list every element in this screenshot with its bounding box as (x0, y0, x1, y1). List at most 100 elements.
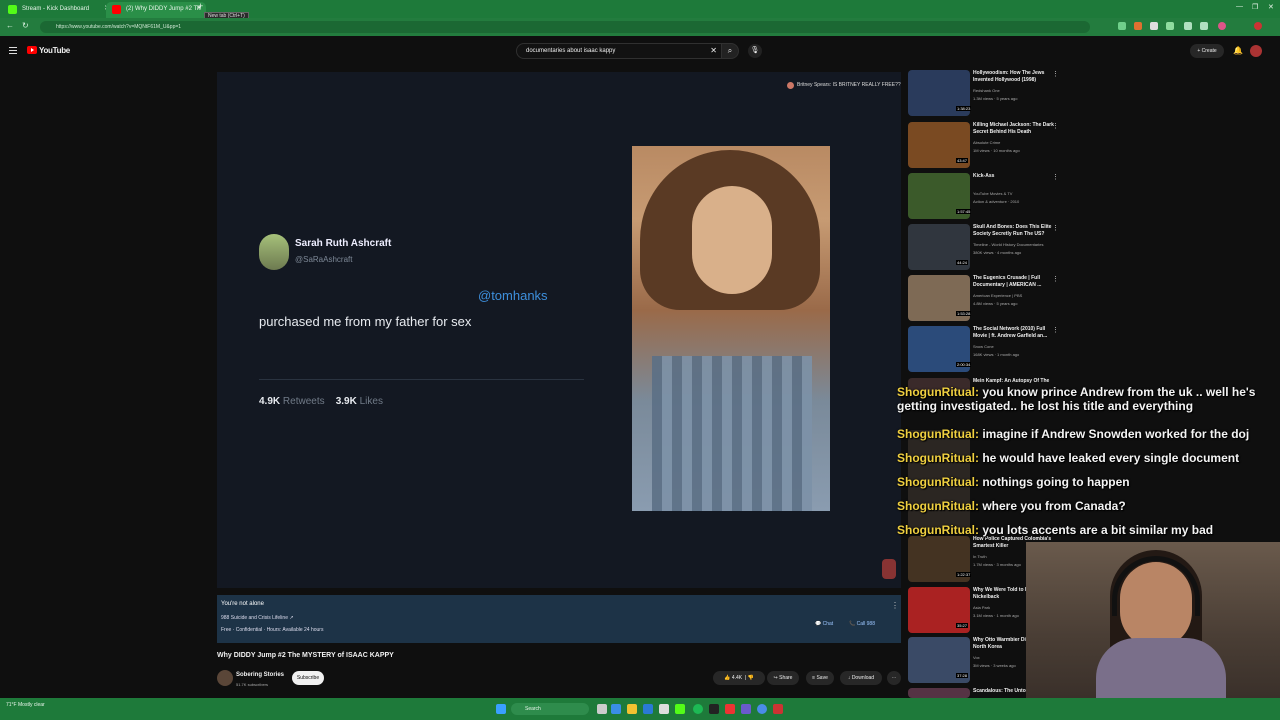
recommended-video[interactable]: 1:57:45 Kick-Ass YouTube Movies & TV Act… (908, 173, 1068, 221)
more-options-icon[interactable]: ⋮ (891, 601, 899, 610)
more-options-icon[interactable]: ⋮ (1052, 122, 1059, 130)
endcard-suggestion[interactable]: Britney Spears: IS BRITNEY REALLY FREE?? (787, 82, 901, 89)
crisis-lifeline-link[interactable]: 988 Suicide and Crisis Lifeline ↗ (221, 615, 294, 621)
channel-avatar[interactable] (217, 670, 233, 686)
chat-text: he would have leaked every single docume… (978, 451, 1240, 465)
video-duration: 1:22:37 (956, 572, 972, 577)
search-placeholder: Search (525, 706, 541, 712)
minimize-icon[interactable]: — (1236, 3, 1243, 10)
video-channel: Snow Cone (973, 344, 994, 349)
recommended-video[interactable]: 43:47 Killing Michael Jackson: The Dark … (908, 122, 1068, 170)
download-icon: ↓ (847, 675, 851, 681)
url-input[interactable]: https://www.youtube.com/watch?v=MQNtF61M… (40, 21, 1090, 33)
more-options-icon[interactable]: ⋮ (1052, 224, 1059, 232)
start-icon[interactable] (496, 704, 506, 714)
video-duration: 1:53:28 (956, 311, 972, 316)
share-icon: ↪ (773, 675, 778, 681)
maximize-icon[interactable]: ❐ (1252, 3, 1258, 11)
recommended-video[interactable]: 44:24 Skull And Bones: Does This Elite S… (908, 224, 1068, 272)
tweet-author-name: Sarah Ruth Ashcraft (295, 238, 392, 249)
taskbar-search-input[interactable]: Search (511, 703, 589, 715)
video-title[interactable]: The Social Network (2010) Full Movie | f… (973, 326, 1057, 340)
video-views: 168K views · 1 month ago (973, 352, 1020, 357)
video-title[interactable]: Killing Michael Jackson: The Dark Secret… (973, 122, 1057, 136)
extension-icon[interactable] (1184, 22, 1192, 30)
tab-kick-dashboard[interactable]: Stream - Kick Dashboard ✕ (2, 2, 114, 18)
video-duration: 35:27 (956, 623, 969, 628)
video-title[interactable]: The Eugenics Crusade | Full Documentary … (973, 275, 1057, 289)
app-icon[interactable] (643, 704, 653, 714)
chat-username: ShogunRitual: (897, 523, 979, 537)
recommended-video[interactable]: 2:00:34 The Social Network (2010) Full M… (908, 326, 1068, 374)
extension-icon[interactable] (1134, 22, 1142, 30)
task-view-icon[interactable] (597, 704, 607, 714)
channel-name[interactable]: Sobering Stories (236, 672, 284, 678)
search-input[interactable]: documentaries about isaac kappy ✕ (516, 43, 722, 59)
video-player[interactable]: Britney Spears: IS BRITNEY REALLY FREE??… (217, 72, 901, 588)
more-options-icon[interactable]: ⋮ (1052, 70, 1059, 78)
chat-text: nothings going to happen (978, 475, 1130, 489)
tweet-divider (259, 379, 584, 380)
tab-youtube[interactable]: (2) Why DIDDY Jump #2 Th ✕ (106, 2, 206, 18)
extension-icon[interactable] (1150, 22, 1158, 30)
menu-icon[interactable] (9, 47, 17, 54)
chat-message: ShogunRitual: you lots accents are a bit… (897, 523, 1277, 537)
browser-tab-bar: Stream - Kick Dashboard ✕ (2) Why DIDDY … (0, 0, 1280, 21)
video-title[interactable]: Hollywoodism: How The Jews Invented Holl… (973, 70, 1057, 84)
weather-widget[interactable]: 71°F Mostly clear (6, 702, 45, 708)
clear-search-icon[interactable]: ✕ (710, 44, 717, 58)
extension-icon[interactable] (1118, 22, 1126, 30)
spotify-icon[interactable] (693, 704, 703, 714)
app-icon[interactable] (709, 704, 719, 714)
video-title[interactable]: Kick-Ass (973, 173, 1057, 180)
app-icon[interactable] (773, 704, 783, 714)
reload-icon[interactable]: ↻ (22, 21, 29, 30)
like-dislike-button[interactable]: 👍 4.4K | 👎 (713, 671, 765, 685)
profile-avatar[interactable] (1218, 22, 1226, 30)
youtube-logo-text[interactable]: YouTube (39, 46, 70, 55)
app-icon[interactable] (725, 704, 735, 714)
new-tab-icon[interactable]: + (198, 1, 203, 11)
tweet-author-handle: @SaRaAshcraft (295, 255, 353, 264)
close-window-icon[interactable]: ✕ (1268, 3, 1274, 11)
search-button[interactable]: ⌕ (721, 43, 739, 59)
crisis-call-button[interactable]: 📞 Call 988 (849, 621, 875, 627)
back-icon[interactable]: ← (6, 21, 14, 30)
recommended-video[interactable]: 1:38:23 Hollywoodism: How The Jews Inven… (908, 70, 1068, 118)
extension-icon[interactable] (1166, 22, 1174, 30)
youtube-logo-icon[interactable] (27, 46, 37, 54)
video-channel: In Truth (973, 554, 987, 559)
notifications-icon[interactable]: 🔔 (1233, 46, 1243, 55)
video-thumbnail[interactable] (908, 688, 970, 698)
subscribe-button[interactable]: Subscribe (292, 671, 324, 685)
video-duration: 2:00:34 (956, 362, 972, 367)
channel-watermark[interactable] (882, 559, 896, 579)
extension-icon[interactable] (1200, 22, 1208, 30)
tweet-stats: 4.9K Retweets 3.9K Likes (259, 396, 383, 407)
webcam-overlay (1026, 542, 1280, 698)
save-button[interactable]: ≡ Save (806, 671, 834, 685)
chat-message: ShogunRitual: where you from Canada? (897, 499, 1277, 513)
crisis-chat-button[interactable]: 💬 Chat (815, 621, 833, 627)
profile-avatar[interactable] (1254, 22, 1262, 30)
more-options-icon[interactable]: ⋮ (1052, 173, 1059, 181)
app-icon[interactable] (611, 704, 621, 714)
chrome-icon[interactable] (757, 704, 767, 714)
video-channel: Timeline - World History Documentaries (973, 242, 1044, 247)
more-options-icon[interactable]: ⋮ (1052, 326, 1059, 334)
app-icon[interactable] (675, 704, 685, 714)
avatar[interactable] (1250, 45, 1262, 57)
share-button[interactable]: ↪ Share (767, 671, 799, 685)
download-button[interactable]: ↓ Download (840, 671, 882, 685)
video-title[interactable]: Skull And Bones: Does This Elite Society… (973, 224, 1057, 238)
video-title[interactable]: Mein Kampf: An Autopsy Of The (973, 378, 1057, 385)
recommended-video[interactable]: 1:53:28 The Eugenics Crusade | Full Docu… (908, 275, 1068, 323)
video-views: 3M views · 3 weeks ago (973, 663, 1016, 668)
create-button[interactable]: + Create (1190, 44, 1224, 58)
file-explorer-icon[interactable] (627, 704, 637, 714)
app-icon[interactable] (741, 704, 751, 714)
more-actions-icon[interactable]: ⋯ (887, 671, 901, 685)
voice-search-button[interactable]: 🎙 (748, 44, 762, 58)
more-options-icon[interactable]: ⋮ (1052, 275, 1059, 283)
app-icon[interactable] (659, 704, 669, 714)
